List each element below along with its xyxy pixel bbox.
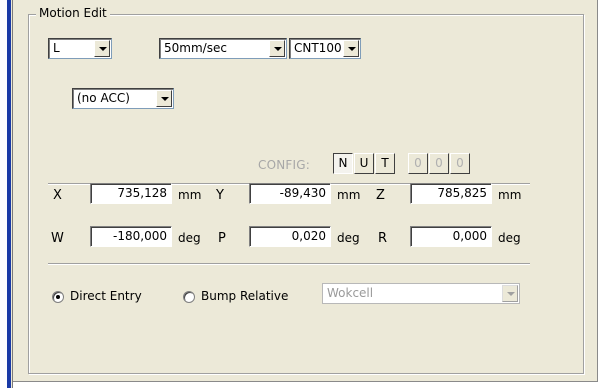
bump-relative-radio[interactable] [183, 291, 195, 303]
r-label: R [378, 231, 388, 246]
groupbox-title: Motion Edit [36, 6, 110, 20]
config-turn2-button[interactable]: 0 [429, 153, 449, 174]
termination-value: CNT100 [294, 41, 342, 55]
z-unit: mm [498, 188, 522, 202]
z-field[interactable]: 785,825 [410, 183, 492, 204]
y-label: Y [216, 188, 224, 203]
x-field[interactable]: 735,128 [90, 183, 172, 204]
direct-entry-label[interactable]: Direct Entry [70, 289, 142, 303]
frame-select[interactable]: Wokcell [322, 283, 520, 304]
r-field[interactable]: 0,000 [410, 226, 492, 247]
x-unit: mm [178, 188, 202, 202]
y-field[interactable]: -89,430 [249, 183, 331, 204]
chevron-down-icon[interactable] [94, 40, 110, 57]
direct-entry-radio[interactable] [52, 291, 64, 303]
p-field[interactable]: 0,020 [249, 226, 331, 247]
speed-select[interactable]: 50mm/sec [159, 38, 287, 59]
config-flip-button[interactable]: N [333, 153, 353, 174]
config-label: CONFIG: [258, 158, 310, 172]
window-bottom-border [13, 381, 598, 388]
acc-value: (no ACC) [77, 91, 130, 105]
chevron-down-icon[interactable] [343, 40, 359, 57]
z-label: Z [376, 188, 385, 203]
config-up-button[interactable]: U [354, 153, 374, 174]
p-unit: deg [337, 231, 360, 245]
config-turn3-button[interactable]: 0 [450, 153, 470, 174]
speed-value: 50mm/sec [164, 41, 227, 55]
r-unit: deg [498, 231, 521, 245]
motion-type-value: L [53, 41, 60, 55]
config-top-button[interactable]: T [375, 153, 395, 174]
y-unit: mm [337, 188, 361, 202]
bump-relative-label[interactable]: Bump Relative [201, 289, 288, 303]
motion-edit-panel: Motion Edit L 50mm/sec CNT100 (no ACC) C… [0, 0, 601, 388]
config-turn1-button[interactable]: 0 [408, 153, 428, 174]
window-right-border [597, 0, 601, 388]
chevron-down-icon[interactable] [156, 90, 172, 107]
p-label: P [218, 231, 226, 246]
w-label: W [51, 231, 64, 246]
acc-select[interactable]: (no ACC) [72, 88, 174, 109]
window-left-border [0, 0, 13, 388]
w-field[interactable]: -180,000 [90, 226, 172, 247]
chevron-down-icon[interactable] [502, 285, 518, 302]
chevron-down-icon[interactable] [269, 40, 285, 57]
termination-select[interactable]: CNT100 [289, 38, 361, 59]
x-label: X [53, 188, 62, 203]
w-unit: deg [178, 231, 201, 245]
separator [48, 263, 530, 265]
frame-value: Wokcell [327, 286, 374, 300]
motion-type-select[interactable]: L [48, 38, 112, 59]
